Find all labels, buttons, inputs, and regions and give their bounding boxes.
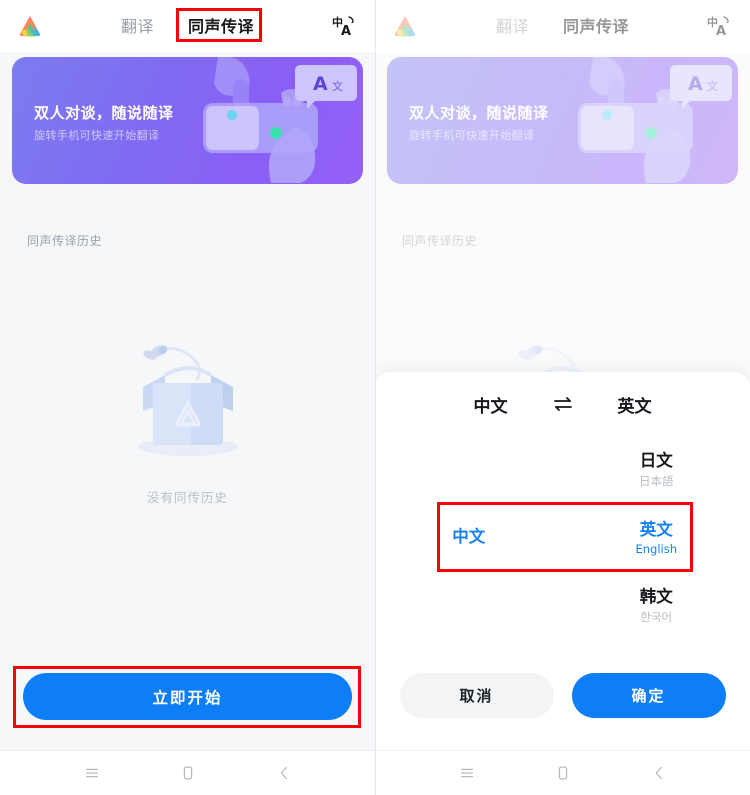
language-name: 日文 bbox=[639, 450, 673, 470]
language-picker-header: 中文 英文 bbox=[375, 372, 750, 436]
language-name: 中文 bbox=[452, 526, 486, 546]
dialog-actions: 取消 确定 bbox=[375, 673, 750, 718]
start-button[interactable]: 立即开始 bbox=[23, 673, 352, 720]
language-name: 韩文 bbox=[639, 586, 673, 606]
tab-simultaneous-interpretation[interactable]: 同声传译 bbox=[182, 10, 260, 40]
phone-screen-left: 翻译 同声传译 中 A A 文 双人对谈，随说随译 旋转手机可快速开始翻译 同声… bbox=[0, 0, 375, 795]
target-language-label[interactable]: 英文 bbox=[575, 392, 695, 417]
source-language-wheel[interactable]: 中文 bbox=[375, 436, 563, 642]
source-language-label[interactable]: 中文 bbox=[431, 392, 551, 417]
menu-recents-icon[interactable] bbox=[79, 761, 105, 785]
svg-text:A: A bbox=[313, 73, 328, 95]
target-language-wheel[interactable]: 日文 日本語 英文 English 韩文 한국어 bbox=[563, 436, 750, 642]
list-item[interactable]: 日文 日本語 bbox=[563, 436, 750, 504]
svg-text:A: A bbox=[341, 24, 351, 38]
banner-subtitle: 旋转手机可快速开始翻译 bbox=[34, 129, 160, 142]
translate-language-icon[interactable]: 中 A bbox=[332, 14, 358, 39]
back-chevron-icon[interactable] bbox=[271, 761, 297, 785]
empty-state-text: 没有同传历史 bbox=[146, 490, 228, 505]
empty-state-left: 没有同传历史 bbox=[0, 325, 375, 506]
phone-screen-right: 翻译 同声传译 中 A bbox=[375, 0, 750, 795]
language-native: 日本語 bbox=[639, 474, 674, 489]
banner-title: 双人对谈，随说随译 bbox=[34, 104, 174, 122]
language-name: 英文 bbox=[639, 519, 673, 539]
banner-illustration: A 文 bbox=[203, 57, 357, 183]
home-square-icon[interactable] bbox=[175, 761, 201, 785]
system-navbar-right bbox=[375, 750, 750, 795]
list-item-selected[interactable]: 中文 bbox=[375, 504, 563, 572]
header-tabs-left: 翻译 同声传译 bbox=[0, 10, 375, 40]
empty-box-icon bbox=[137, 345, 238, 456]
app-header-left: 翻译 同声传译 中 A bbox=[0, 0, 375, 52]
tab-translate[interactable]: 翻译 bbox=[115, 10, 160, 40]
promo-banner-left[interactable]: A 文 双人对谈，随说随译 旋转手机可快速开始翻译 bbox=[12, 57, 363, 184]
screen-divider bbox=[375, 0, 376, 795]
history-section-label: 同声传译历史 bbox=[27, 234, 103, 248]
menu-recents-icon[interactable] bbox=[454, 761, 480, 785]
back-chevron-icon[interactable] bbox=[646, 761, 672, 785]
svg-text:文: 文 bbox=[332, 79, 343, 93]
list-item-selected[interactable]: 英文 English bbox=[563, 504, 750, 572]
home-square-icon[interactable] bbox=[550, 761, 576, 785]
language-picker-dialog: 中文 英文 中文 日文 日本語 英文 English 韩文 한국어 取消 确定 bbox=[375, 372, 750, 750]
list-item[interactable]: 韩文 한국어 bbox=[563, 572, 750, 640]
dual-screenshot-container: 翻译 同声传译 中 A A 文 双人对谈，随说随译 旋转手机可快速开始翻译 同声… bbox=[0, 0, 750, 795]
system-navbar-left bbox=[0, 750, 375, 795]
language-picker-wheels: 中文 日文 日本語 英文 English 韩文 한국어 bbox=[375, 436, 750, 642]
confirm-button[interactable]: 确定 bbox=[571, 673, 726, 718]
cancel-button[interactable]: 取消 bbox=[399, 673, 554, 718]
swap-arrows-icon[interactable] bbox=[551, 393, 575, 415]
language-native: 한국어 bbox=[640, 610, 673, 625]
language-native: English bbox=[635, 542, 678, 557]
